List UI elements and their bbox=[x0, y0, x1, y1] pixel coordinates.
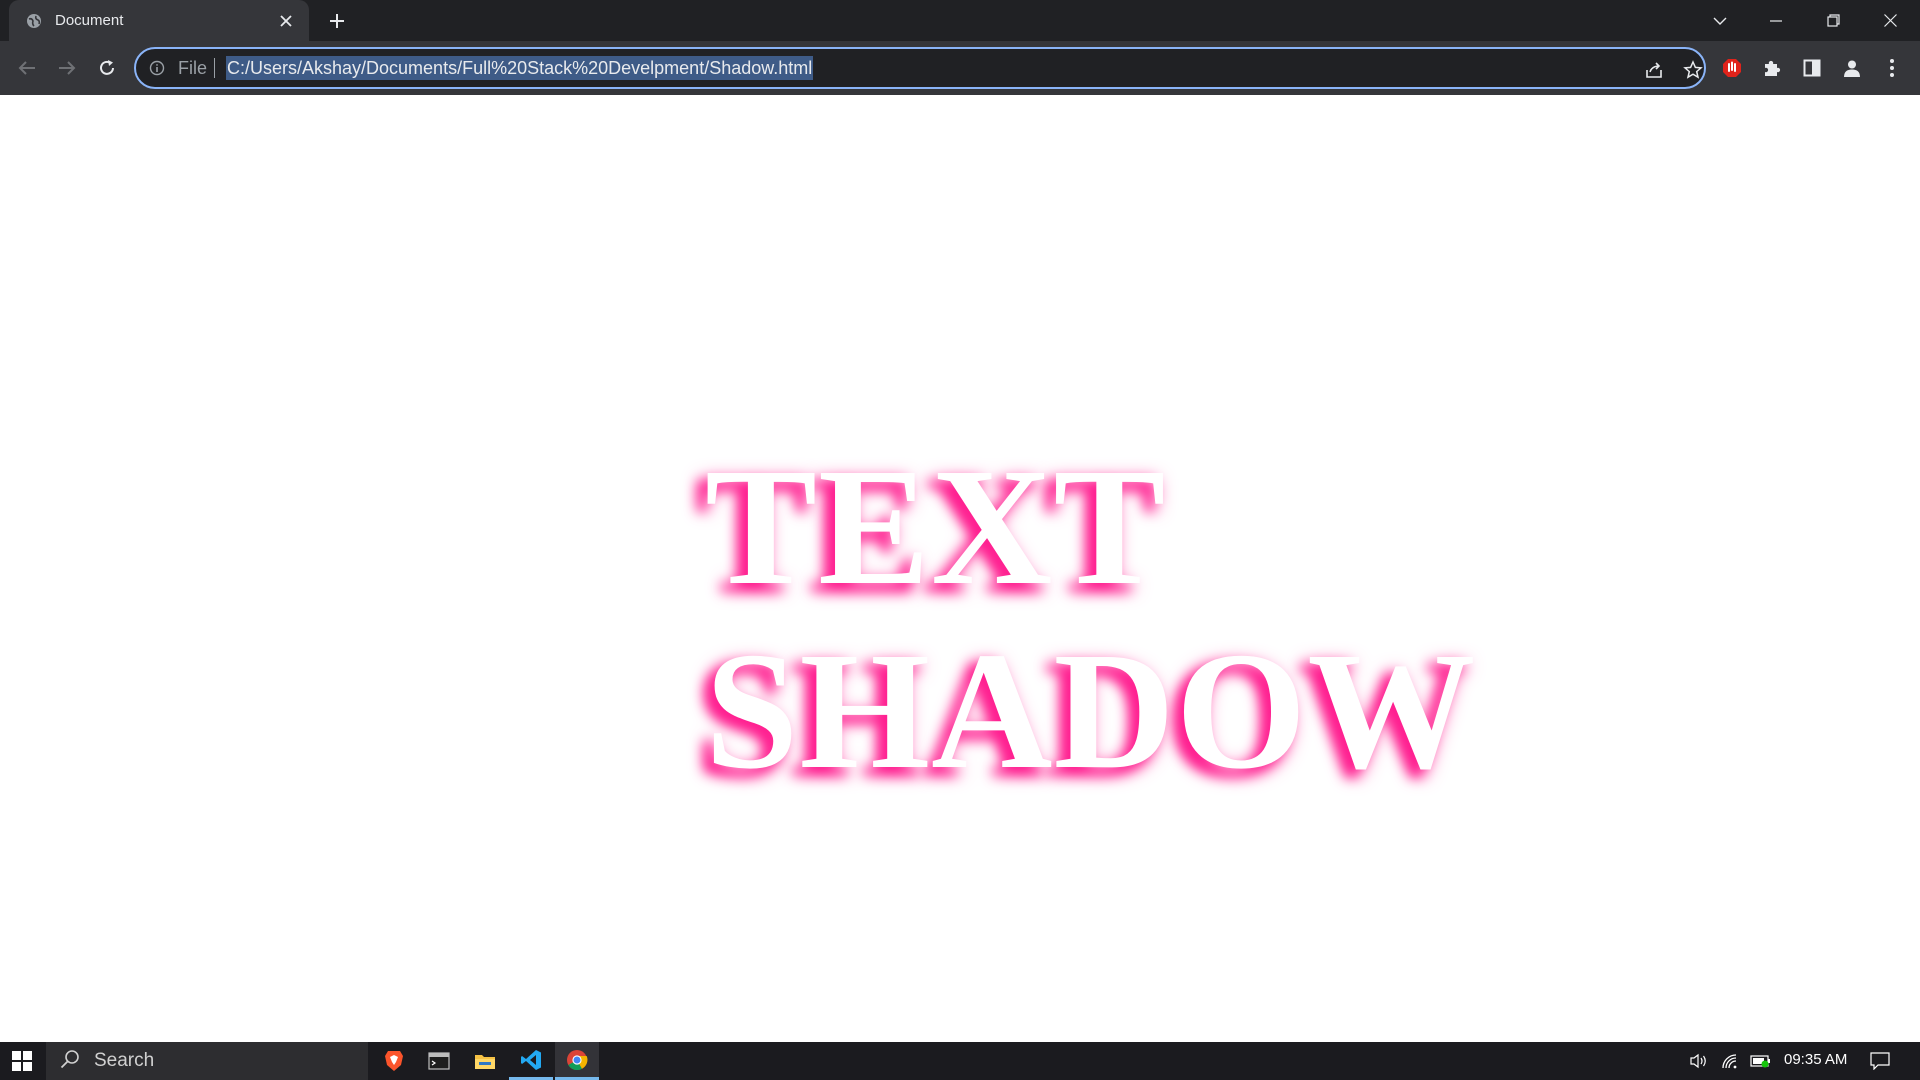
taskbar-search-box[interactable]: Search bbox=[46, 1042, 368, 1080]
battery-icon[interactable] bbox=[1750, 1051, 1772, 1071]
reload-icon[interactable] bbox=[89, 50, 125, 86]
vscode-icon[interactable] bbox=[509, 1042, 553, 1080]
side-panel-icon[interactable] bbox=[1798, 54, 1826, 82]
tab-search-icon[interactable] bbox=[1692, 0, 1748, 41]
back-icon[interactable] bbox=[9, 50, 45, 86]
page-viewport: TEXT SHADOW bbox=[0, 95, 1920, 1042]
info-icon[interactable] bbox=[148, 59, 166, 77]
address-bar[interactable]: File C:/Users/Akshay/Documents/Full%20St… bbox=[134, 47, 1706, 89]
tab-title: Document bbox=[55, 12, 124, 29]
adblock-extension-icon[interactable] bbox=[1718, 54, 1746, 82]
forward-icon[interactable] bbox=[49, 50, 85, 86]
chrome-icon[interactable] bbox=[555, 1042, 599, 1080]
minimize-icon[interactable] bbox=[1748, 0, 1804, 41]
browser-toolbar: File C:/Users/Akshay/Documents/Full%20St… bbox=[0, 41, 1920, 95]
terminal-icon[interactable] bbox=[417, 1042, 461, 1080]
notification-icon[interactable] bbox=[1869, 1051, 1891, 1071]
share-icon[interactable] bbox=[1641, 57, 1667, 83]
menu-kebab-icon[interactable] bbox=[1878, 54, 1906, 82]
windows-start-icon[interactable] bbox=[0, 1042, 44, 1080]
heading-line-1: TEXT bbox=[705, 434, 1167, 620]
volume-icon[interactable] bbox=[1688, 1051, 1710, 1071]
tab-strip: Document bbox=[0, 0, 1920, 41]
url-text[interactable]: C:/Users/Akshay/Documents/Full%20Stack%2… bbox=[226, 56, 814, 80]
window-close-icon[interactable] bbox=[1862, 0, 1918, 41]
extensions-puzzle-icon[interactable] bbox=[1758, 54, 1786, 82]
globe-icon bbox=[25, 12, 43, 30]
profile-icon[interactable] bbox=[1838, 54, 1866, 82]
restore-icon[interactable] bbox=[1805, 0, 1861, 41]
taskbar-clock[interactable]: 09:35 AM bbox=[1784, 1051, 1847, 1068]
wifi-icon[interactable] bbox=[1720, 1051, 1742, 1071]
brave-browser-icon[interactable] bbox=[372, 1042, 416, 1080]
heading-line-2: SHADOW bbox=[705, 618, 1477, 804]
new-tab-button[interactable] bbox=[322, 7, 352, 35]
file-explorer-icon[interactable] bbox=[463, 1042, 507, 1080]
taskbar: Search 09:35 AM bbox=[0, 1042, 1920, 1080]
star-icon[interactable] bbox=[1680, 57, 1706, 83]
search-placeholder: Search bbox=[94, 1050, 155, 1071]
close-icon[interactable] bbox=[273, 8, 299, 34]
shadow-heading: TEXT SHADOW bbox=[705, 435, 1476, 803]
browser-tab[interactable]: Document bbox=[9, 0, 309, 41]
search-icon bbox=[60, 1049, 80, 1074]
separator bbox=[214, 58, 215, 78]
scheme-label: File bbox=[178, 58, 208, 78]
